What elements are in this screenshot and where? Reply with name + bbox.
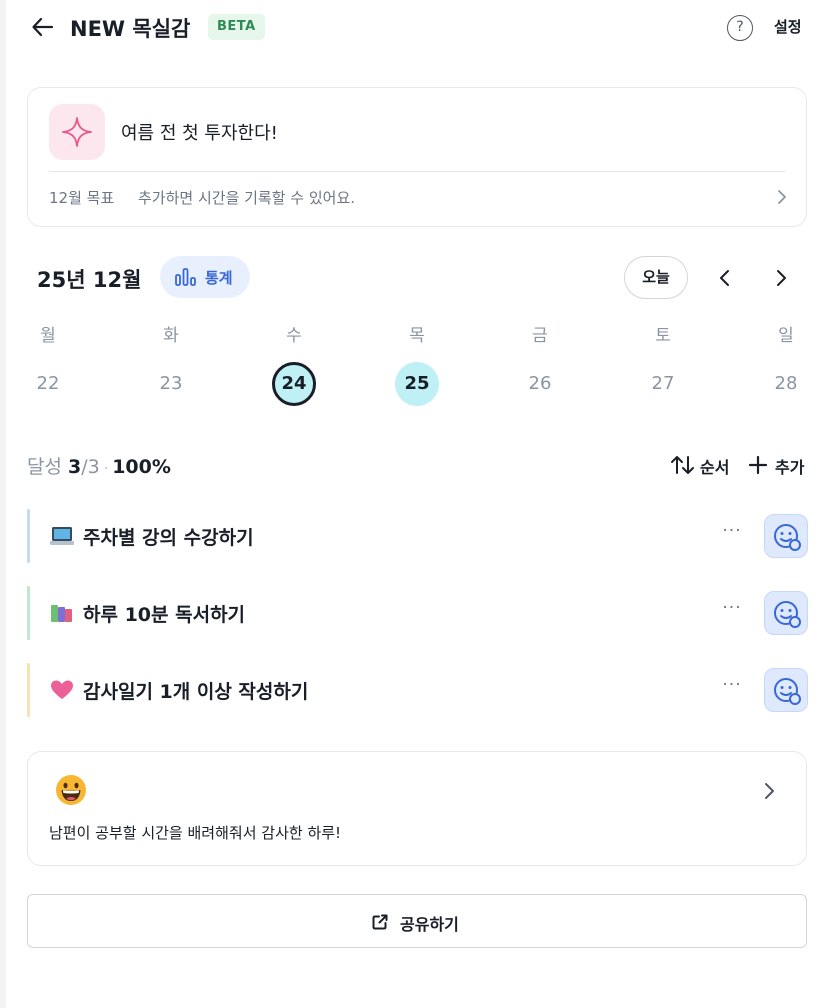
previous-week-button[interactable] <box>712 264 738 292</box>
weekday-label: 토 <box>655 326 671 346</box>
more-options-button[interactable]: ··· <box>717 521 747 549</box>
arrow-left-icon <box>32 17 54 37</box>
page-title: NEW 목실감 <box>70 17 191 41</box>
next-week-button[interactable] <box>768 264 794 292</box>
weekday-label: 수 <box>286 326 302 346</box>
window-edge <box>0 0 6 1008</box>
settings-button[interactable]: 설정 <box>774 16 802 37</box>
goal-add-time-link[interactable]: 12월 목표 추가하면 시간을 기록할 수 있어요. <box>49 185 789 211</box>
monthly-goal-card: 여름 전 첫 투자한다! 12월 목표 추가하면 시간을 기록할 수 있어요. <box>27 87 807 227</box>
divider <box>49 171 786 172</box>
habit-check-button[interactable] <box>764 514 808 558</box>
habit-accent-bar <box>27 663 30 717</box>
sort-arrows-icon <box>671 456 694 474</box>
calendar-day-selected[interactable]: 24 <box>272 362 316 406</box>
habit-check-button[interactable] <box>764 591 808 635</box>
add-label: 추가 <box>775 458 805 477</box>
habit-accent-bar <box>27 586 30 640</box>
goal-title: 여름 전 첫 투자한다! <box>121 123 278 144</box>
stats-button[interactable]: 통계 <box>160 256 250 298</box>
habit-item[interactable]: 감사일기 1개 이상 작성하기 ··· <box>27 663 808 717</box>
habit-label: 주차별 강의 수강하기 <box>83 527 254 549</box>
share-button[interactable]: 공유하기 <box>27 894 807 948</box>
month-title: 25년 12월 <box>37 268 142 292</box>
chevron-right-icon <box>777 270 786 286</box>
grinning-face-icon <box>56 775 86 805</box>
habit-label: 감사일기 1개 이상 작성하기 <box>83 681 309 703</box>
smile-check-icon <box>774 678 801 705</box>
sparkle-icon <box>49 104 105 160</box>
calendar-day[interactable]: 23 <box>149 362 193 406</box>
more-options-button[interactable]: ··· <box>717 598 747 626</box>
sort-label: 순서 <box>700 458 730 477</box>
achievement-summary: 달성 3/3 · 100% <box>27 452 171 479</box>
add-habit-button[interactable]: 추가 <box>748 453 808 477</box>
achievement-done: 3 <box>68 456 82 478</box>
bar-chart-icon <box>175 268 196 286</box>
habit-accent-bar <box>27 509 30 563</box>
separator: · <box>103 461 109 477</box>
weekday-label: 일 <box>778 326 794 346</box>
calendar-day[interactable]: 28 <box>764 362 808 406</box>
diary-text: 남편이 공부할 시간을 배려해줘서 감사한 하루! <box>49 824 342 842</box>
share-label: 공유하기 <box>400 915 459 934</box>
calendar-day-today[interactable]: 25 <box>395 362 439 406</box>
chevron-right-icon <box>765 783 774 799</box>
today-button[interactable]: 오늘 <box>624 256 688 299</box>
weekday-label: 월 <box>40 326 56 346</box>
habit-label: 하루 10분 독서하기 <box>83 604 246 626</box>
laptop-icon <box>50 527 74 545</box>
app-header: NEW 목실감 BETA ? 설정 <box>0 0 827 56</box>
weekday-label: 화 <box>163 326 179 346</box>
habit-check-button[interactable] <box>764 668 808 712</box>
achievement-percent: 100% <box>112 456 171 478</box>
help-icon[interactable]: ? <box>727 15 753 41</box>
chevron-right-icon <box>778 190 786 204</box>
back-button[interactable] <box>30 14 56 40</box>
heart-icon <box>51 680 73 699</box>
achievement-label: 달성 <box>27 456 62 478</box>
chevron-left-icon <box>720 270 729 286</box>
weekday-label: 목 <box>409 326 425 346</box>
beta-badge: BETA <box>208 14 265 40</box>
weekday-label: 금 <box>532 326 548 346</box>
calendar-day[interactable]: 22 <box>26 362 70 406</box>
smile-check-icon <box>774 524 801 551</box>
calendar-day[interactable]: 27 <box>641 362 685 406</box>
goal-month-label: 12월 목표 <box>49 189 115 207</box>
achievement-total: /3 <box>81 456 100 478</box>
external-link-icon <box>372 914 388 930</box>
stats-label: 통계 <box>205 269 233 287</box>
goal-hint: 추가하면 시간을 기록할 수 있어요. <box>138 189 356 207</box>
habit-item[interactable]: 주차별 강의 수강하기 ··· <box>27 509 808 563</box>
more-options-button[interactable]: ··· <box>717 675 747 703</box>
habit-item[interactable]: 하루 10분 독서하기 ··· <box>27 586 808 640</box>
gratitude-diary-card[interactable]: 남편이 공부할 시간을 배려해줘서 감사한 하루! <box>27 751 807 866</box>
smile-check-icon <box>774 601 801 628</box>
plus-icon <box>748 455 768 475</box>
books-icon <box>51 605 72 622</box>
calendar-day[interactable]: 26 <box>518 362 562 406</box>
